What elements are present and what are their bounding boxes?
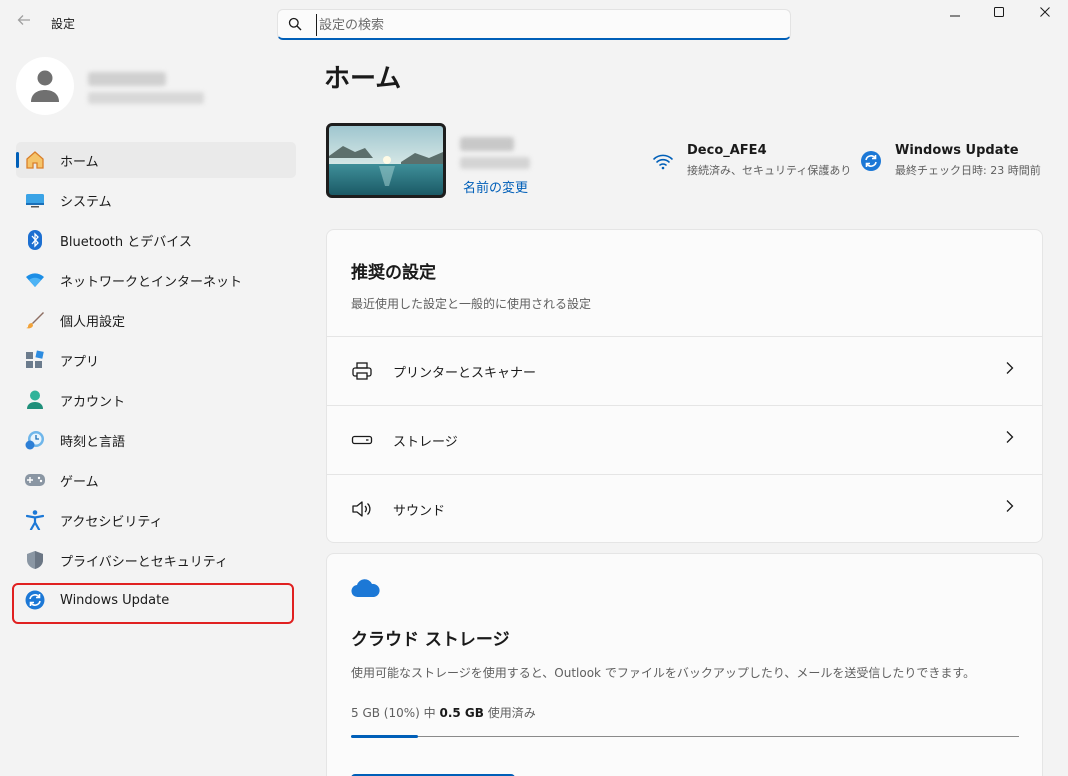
network-status[interactable]: Deco_AFE4 接続済み、セキュリティ保護あり — [651, 143, 851, 178]
brush-icon — [24, 309, 46, 331]
minimize-button[interactable] — [943, 6, 967, 26]
sidebar-nav: ホーム システム Bluetooth とデバイス ネットワークとインターネット … — [16, 142, 296, 622]
profile-email — [88, 92, 204, 104]
chevron-right-icon — [1006, 431, 1014, 443]
system-icon — [24, 189, 46, 211]
sidebar-item-system[interactable]: システム — [16, 182, 296, 218]
avatar[interactable] — [16, 57, 74, 115]
row-label: サウンド — [393, 504, 446, 519]
person-icon — [31, 70, 59, 102]
sidebar-item-accounts[interactable]: アカウント — [16, 382, 296, 418]
network-status-text: 接続済み、セキュリティ保護あり — [687, 164, 852, 177]
wifi-icon — [653, 154, 673, 170]
row-sound[interactable]: サウンド — [327, 474, 1042, 543]
shield-icon — [24, 549, 46, 571]
sidebar-item-privacy[interactable]: プライバシーとセキュリティ — [16, 542, 296, 578]
sidebar-item-label: 個人用設定 — [60, 314, 126, 330]
chevron-right-icon — [1006, 500, 1014, 512]
sidebar-item-home[interactable]: ホーム — [16, 142, 296, 178]
sidebar-item-accessibility[interactable]: アクセシビリティ — [16, 502, 296, 538]
sidebar-item-label: アカウント — [60, 394, 126, 410]
progress-track — [351, 736, 1019, 737]
accessibility-icon — [24, 509, 46, 531]
usage-suffix: 使用済み — [483, 706, 536, 720]
row-storage[interactable]: ストレージ — [327, 405, 1042, 474]
search-input[interactable] — [316, 14, 776, 36]
chevron-right-icon — [1006, 362, 1014, 374]
sidebar-item-label: ネットワークとインターネット — [60, 274, 243, 290]
sidebar-item-label: ホーム — [60, 154, 99, 170]
sidebar-item-bluetooth[interactable]: Bluetooth とデバイス — [16, 222, 296, 258]
usage-amount: 0.5 GB — [439, 706, 484, 720]
wifi-icon — [24, 269, 46, 291]
page-title: ホーム — [324, 64, 402, 94]
sidebar-item-personalization[interactable]: 個人用設定 — [16, 302, 296, 338]
card-description: 使用可能なストレージを使用すると、Outlook でファイルをバックアップしたり… — [351, 666, 976, 680]
sidebar-item-label: Bluetooth とデバイス — [60, 234, 192, 250]
update-status[interactable]: Windows Update 最終チェック日時: 23 時間前 — [859, 143, 1041, 178]
sidebar-item-label: システム — [60, 194, 112, 210]
printer-icon — [352, 362, 372, 380]
app-title: 設定 — [51, 17, 76, 31]
sidebar-item-label: アクセシビリティ — [60, 514, 163, 530]
row-label: ストレージ — [393, 435, 458, 450]
sidebar-item-apps[interactable]: アプリ — [16, 342, 296, 378]
sidebar-item-label: 時刻と言語 — [60, 434, 126, 450]
title-bar: 設定 — [0, 0, 1068, 48]
card-subtitle: 最近使用した設定と一般的に使用される設定 — [351, 297, 592, 311]
device-wallpaper-thumbnail[interactable] — [326, 123, 446, 198]
network-name: Deco_AFE4 — [687, 143, 767, 158]
cloud-icon — [351, 579, 380, 598]
time-language-icon — [24, 429, 46, 451]
row-printers[interactable]: プリンターとスキャナー — [327, 336, 1042, 405]
account-icon — [24, 389, 46, 411]
sidebar-item-label: プライバシーとセキュリティ — [60, 554, 228, 570]
device-subtitle — [460, 157, 530, 169]
close-button[interactable] — [1033, 6, 1057, 26]
active-indicator — [16, 152, 19, 168]
card-title: 推奨の設定 — [351, 263, 436, 283]
home-icon — [24, 149, 46, 171]
maximize-button[interactable] — [987, 6, 1011, 26]
storage-progress-bar — [351, 735, 1019, 739]
apps-icon — [24, 349, 46, 371]
update-title: Windows Update — [895, 143, 1019, 158]
storage-icon — [351, 435, 373, 445]
usage-prefix: 5 GB (10%) 中 — [351, 706, 440, 720]
cloud-storage-card: クラウド ストレージ 使用可能なストレージを使用すると、Outlook でファイ… — [326, 553, 1043, 776]
sidebar-item-gaming[interactable]: ゲーム — [16, 462, 296, 498]
device-name — [460, 137, 514, 151]
storage-usage-text: 5 GB (10%) 中 0.5 GB 使用済み — [351, 704, 536, 721]
row-label: プリンターとスキャナー — [393, 366, 537, 381]
progress-fill — [351, 735, 418, 738]
profile-name — [88, 72, 166, 86]
sidebar-item-time-language[interactable]: 時刻と言語 — [16, 422, 296, 458]
windows-update-icon — [861, 151, 881, 171]
rename-link[interactable]: 名前の変更 — [463, 177, 528, 196]
update-status-text: 最終チェック日時: 23 時間前 — [895, 164, 1041, 177]
recommended-settings-card: 推奨の設定 最近使用した設定と一般的に使用される設定 プリンターとスキャナー ス… — [326, 229, 1043, 543]
bluetooth-icon — [24, 229, 46, 251]
sidebar-item-label: アプリ — [60, 354, 100, 370]
sidebar-item-label: ゲーム — [60, 474, 99, 490]
search-box[interactable] — [277, 9, 791, 40]
highlight-outline — [12, 583, 294, 624]
sidebar-item-network[interactable]: ネットワークとインターネット — [16, 262, 296, 298]
gamepad-icon — [24, 469, 46, 491]
card-title: クラウド ストレージ — [351, 630, 510, 650]
back-arrow-icon[interactable] — [12, 10, 36, 34]
speaker-icon — [352, 501, 371, 517]
search-icon — [288, 17, 302, 31]
